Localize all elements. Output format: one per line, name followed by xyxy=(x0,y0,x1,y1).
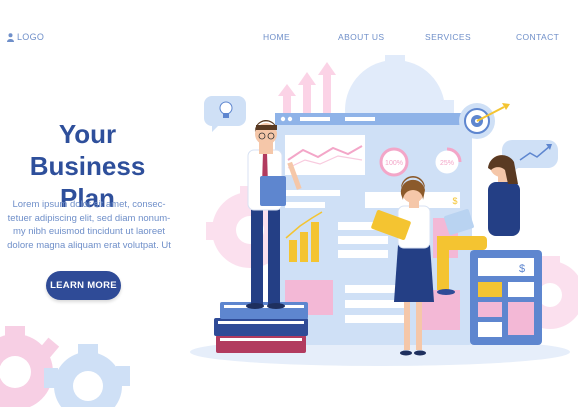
business-plan-illustration: 100% 25% $ $ xyxy=(190,55,578,366)
dollar-icon: $ xyxy=(519,263,525,275)
target-icon xyxy=(459,103,510,139)
lightbulb-icon xyxy=(204,96,246,132)
arrow-up-icon xyxy=(278,62,336,120)
calculator: $ xyxy=(470,250,542,345)
books-stack xyxy=(214,302,308,353)
progress-100: 100% xyxy=(385,160,403,167)
progress-25: 25% xyxy=(440,160,454,167)
dollar-icon: $ xyxy=(452,196,457,206)
